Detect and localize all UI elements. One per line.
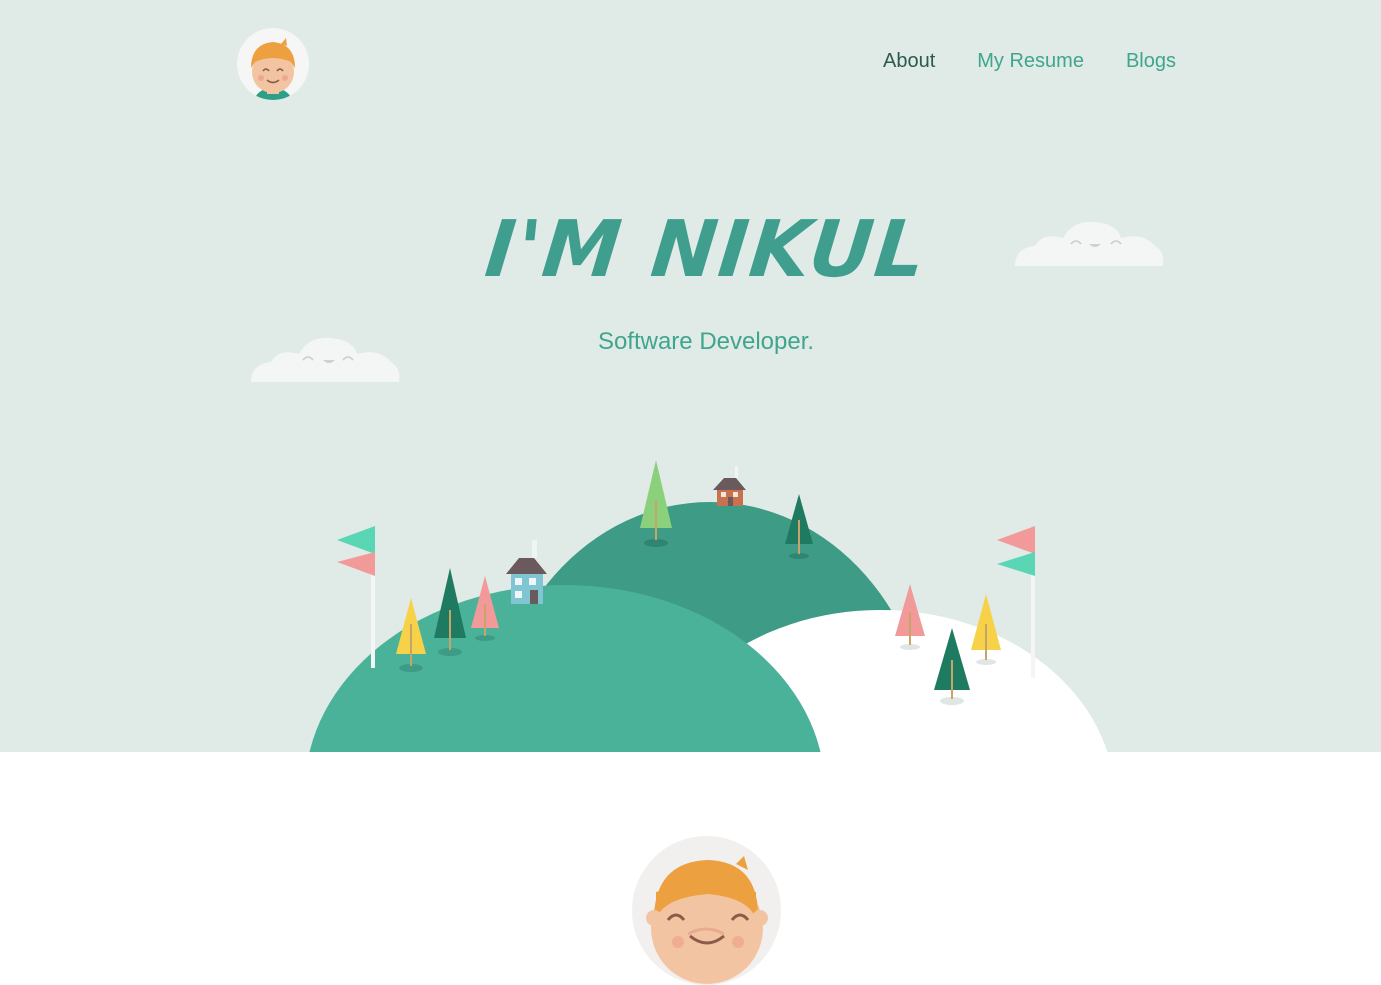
house-icon bbox=[506, 540, 547, 604]
hero-section: About My Resume Blogs I'M NIKUL Software… bbox=[0, 0, 1381, 752]
flag-icon bbox=[337, 526, 375, 668]
hills-landscape bbox=[309, 460, 1108, 752]
avatar-large-icon bbox=[632, 836, 781, 985]
house-icon bbox=[713, 466, 746, 506]
